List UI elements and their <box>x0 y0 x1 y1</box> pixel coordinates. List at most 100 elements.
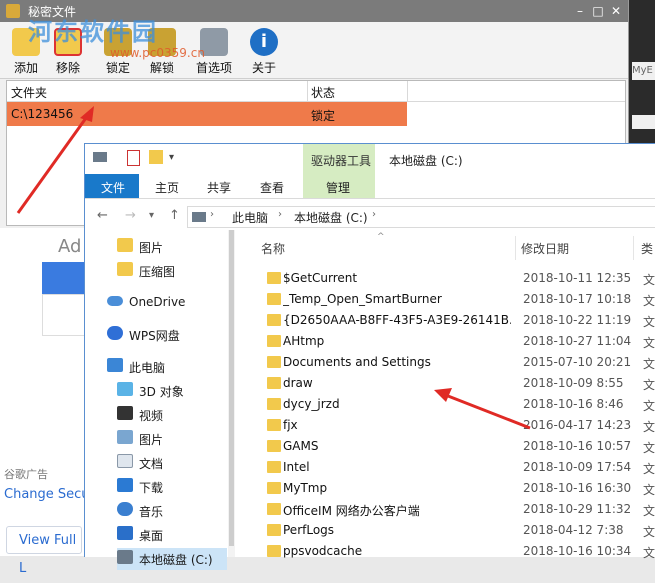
sort-up-icon: ^ <box>377 232 385 242</box>
folder-icon <box>267 503 281 515</box>
folder-icon <box>267 335 281 347</box>
breadcrumb-separator: › <box>278 209 282 220</box>
remove-label: 移除 <box>55 61 80 75</box>
view-full-button[interactable]: View Full L <box>6 526 82 576</box>
qat-dropdown-icon[interactable]: ▾ <box>169 152 174 163</box>
nav-label: OneDrive <box>129 295 186 309</box>
picture-icon <box>117 430 133 444</box>
folder-icon <box>267 377 281 389</box>
file-row[interactable]: $GetCurrent 2018-10-11 12:35 文 <box>235 268 655 289</box>
table-row[interactable]: C:\123456 锁定 <box>7 102 407 126</box>
nav-label: 音乐 <box>139 505 164 519</box>
file-date: 2018-04-12 7:38 <box>523 523 624 537</box>
file-name: _Temp_Open_SmartBurner <box>283 292 442 306</box>
file-row[interactable]: {D2650AAA-B8FF-43F5-A3E9-26141B... 2018-1… <box>235 310 655 331</box>
tab-file[interactable]: 文件 <box>85 174 139 198</box>
document-icon <box>117 454 133 468</box>
file-name: Documents and Settings <box>283 355 431 369</box>
music-icon <box>117 502 133 516</box>
unlock-label: 解锁 <box>149 61 174 75</box>
folder-icon <box>267 524 281 536</box>
maximize-icon[interactable]: □ <box>591 4 605 18</box>
col-folder[interactable]: 文件夹 <box>11 84 47 101</box>
file-type: 文 <box>643 504 655 518</box>
nav-label: 此电脑 <box>129 361 166 375</box>
change-link[interactable]: Change Secu <box>4 487 90 502</box>
nav-label: WPS网盘 <box>129 329 180 343</box>
up-icon[interactable]: ↑ <box>169 208 180 223</box>
nav-item-local-disk[interactable]: 本地磁盘 (C:) <box>117 548 227 570</box>
properties-icon[interactable] <box>127 150 140 166</box>
breadcrumb-separator: › <box>372 209 376 220</box>
recent-dropdown-icon[interactable]: ▾ <box>149 210 154 221</box>
video-icon <box>117 406 133 420</box>
file-type: 文 <box>643 378 655 392</box>
file-row[interactable]: draw 2018-10-09 8:55 文 <box>235 373 655 394</box>
column-separator <box>307 81 308 101</box>
file-row[interactable]: fjx 2016-04-17 14:23 文 <box>235 415 655 436</box>
file-row[interactable]: GAMS 2018-10-16 10:57 文 <box>235 436 655 457</box>
col-type[interactable]: 类 <box>641 240 653 257</box>
file-type: 文 <box>643 399 655 413</box>
nav-label: 3D 对象 <box>139 385 184 399</box>
file-row[interactable]: MyTmp 2018-10-16 16:30 文 <box>235 478 655 499</box>
nav-label: 下载 <box>139 481 164 495</box>
file-row[interactable]: Intel 2018-10-09 17:54 文 <box>235 457 655 478</box>
file-row[interactable]: ppsvodcache 2018-10-16 10:34 文 <box>235 541 655 562</box>
download-icon <box>117 478 133 492</box>
file-name: $GetCurrent <box>283 271 358 285</box>
file-type: 文 <box>643 336 655 350</box>
col-status[interactable]: 状态 <box>311 84 335 101</box>
file-date: 2018-10-16 16:30 <box>523 481 632 495</box>
file-row[interactable]: _Temp_Open_SmartBurner 2018-10-17 10:18 文 <box>235 289 655 310</box>
file-name: {D2650AAA-B8FF-43F5-A3E9-26141B... <box>283 313 511 327</box>
col-name[interactable]: 名称 <box>261 240 285 257</box>
tab-view[interactable]: 查看 <box>260 179 284 196</box>
breadcrumb-drive[interactable]: 本地磁盘 (C:) <box>294 209 368 226</box>
nav-label: 桌面 <box>139 529 164 543</box>
drive-tools-tab[interactable]: 驱动器工具 <box>303 144 375 174</box>
file-row[interactable]: OfficeIM 网络办公客户端 2018-10-29 11:32 文 <box>235 499 655 520</box>
file-date: 2018-10-29 11:32 <box>523 502 632 516</box>
tab-home[interactable]: 主页 <box>155 179 179 196</box>
background-blue-button[interactable] <box>42 262 86 294</box>
file-type: 文 <box>643 483 655 497</box>
breadcrumb-separator: › <box>210 209 214 220</box>
column-separator <box>515 236 516 260</box>
about-button[interactable]: i 关于 <box>238 22 290 78</box>
file-row[interactable]: Documents and Settings 2015-07-10 20:21 文 <box>235 352 655 373</box>
file-type: 文 <box>643 273 655 287</box>
ad-label: 谷歌广告 <box>4 468 48 481</box>
folder-icon <box>267 482 281 494</box>
explorer-title: 本地磁盘 (C:) <box>389 154 463 168</box>
nav-scroll-thumb[interactable] <box>229 230 234 546</box>
drive-tools-label: 驱动器工具 <box>311 154 372 168</box>
file-date: 2018-10-17 10:18 <box>523 292 632 306</box>
tab-manage[interactable]: 管理 <box>303 174 375 198</box>
col-modified[interactable]: 修改日期 <box>521 240 569 257</box>
back-icon[interactable]: ← <box>97 208 108 223</box>
address-input[interactable]: › 此电脑 › 本地磁盘 (C:) › <box>187 206 655 228</box>
file-date: 2015-07-10 20:21 <box>523 355 632 369</box>
file-row[interactable]: PerfLogs 2018-04-12 7:38 文 <box>235 520 655 541</box>
file-row[interactable]: AHtmp 2018-10-27 11:04 文 <box>235 331 655 352</box>
file-row[interactable]: dycy_jrzd 2018-10-16 8:46 文 <box>235 394 655 415</box>
table-header: 文件夹 状态 <box>7 81 625 102</box>
new-folder-icon[interactable] <box>149 150 163 164</box>
file-name: fjx <box>283 418 298 432</box>
folder-icon <box>267 293 281 305</box>
drive-icon[interactable] <box>93 152 107 162</box>
file-name: dycy_jrzd <box>283 397 340 411</box>
right-window-tab[interactable]: MyE <box>632 62 655 80</box>
file-name: draw <box>283 376 313 390</box>
close-icon[interactable]: ✕ <box>609 4 623 18</box>
minimize-icon[interactable]: – <box>573 4 587 18</box>
address-bar-row: ← → ▾ ↑ › 此电脑 › 本地磁盘 (C:) › <box>85 202 655 231</box>
forward-icon[interactable]: → <box>125 208 136 223</box>
nav-scrollbar[interactable] <box>228 230 235 557</box>
info-icon: i <box>250 28 278 56</box>
breadcrumb-this-pc[interactable]: 此电脑 <box>232 209 268 226</box>
file-type: 文 <box>643 441 655 455</box>
folder-icon <box>267 356 281 368</box>
tab-share[interactable]: 共享 <box>207 179 231 196</box>
